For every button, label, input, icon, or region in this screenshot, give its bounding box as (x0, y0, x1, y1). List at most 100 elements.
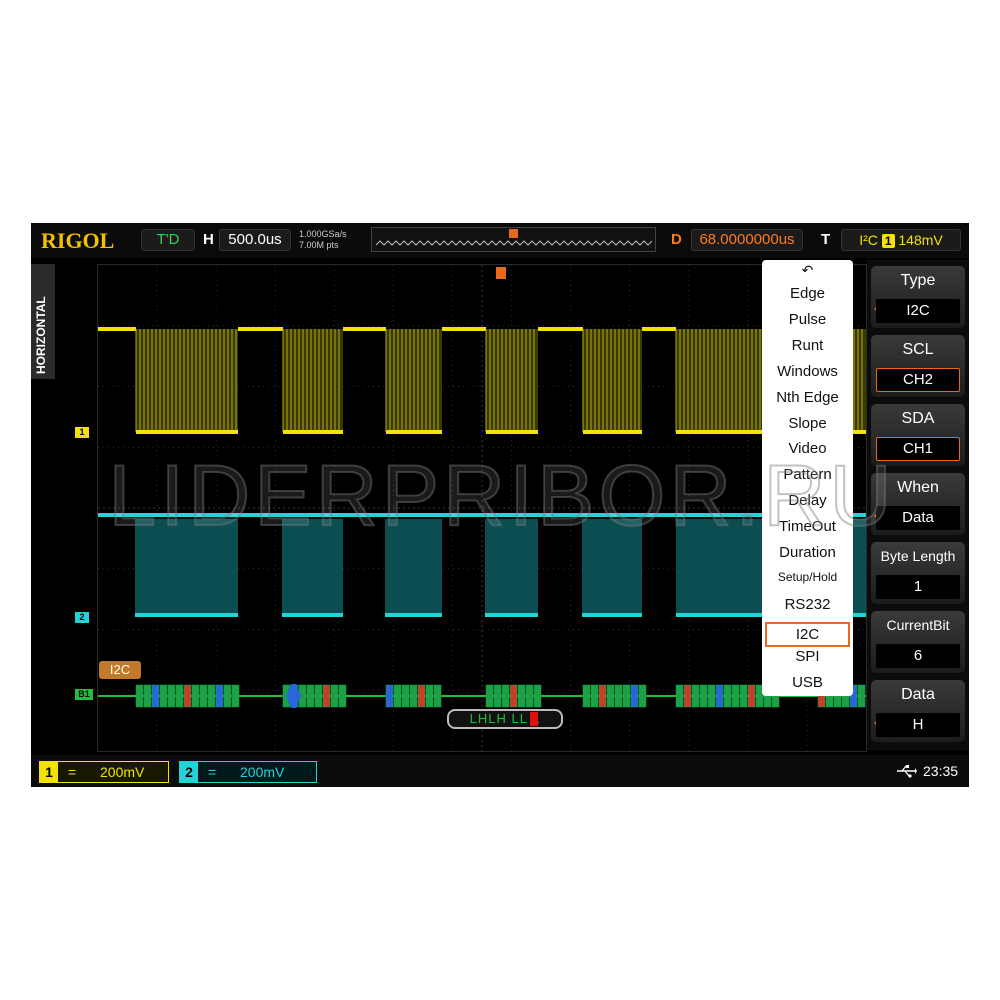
bus-frame (183, 684, 192, 708)
usb-icon (897, 765, 917, 778)
softkey-byte-length[interactable]: Byte Length ↻ 1 (871, 542, 965, 604)
bus-frame (857, 684, 866, 708)
softkey-byte-length-value: 1 (876, 575, 960, 599)
bus-frame (630, 684, 639, 708)
softkey-scl-value: CH2 (876, 368, 960, 392)
bus-frame (159, 684, 168, 708)
memory-overview (371, 227, 656, 252)
bus-search-text: LHLH LL L (469, 711, 541, 726)
trigger-menu-item[interactable]: RS232 (762, 596, 853, 613)
trigger-menu-item[interactable]: I2C (765, 621, 850, 647)
trigger-menu-item[interactable]: Pattern (762, 466, 853, 483)
bus-frame (338, 684, 347, 708)
trigger-menu-item[interactable]: Windows (762, 363, 853, 380)
memory-depth: 7.00M pts (299, 240, 339, 250)
bus-frame (715, 684, 724, 708)
bus-marker[interactable]: B1 (75, 689, 93, 700)
timebase-value[interactable]: 500.0us (219, 229, 291, 251)
bus-frame (191, 684, 200, 708)
ch1-burst (676, 329, 774, 432)
softkey-scl[interactable]: SCL CH2 (871, 335, 965, 397)
ch2-marker[interactable]: 2 (75, 612, 89, 623)
trigger-menu-item[interactable]: USB (762, 674, 853, 691)
trigger-menu-item[interactable]: SPI (762, 648, 853, 665)
bus-frame (207, 684, 216, 708)
ch1-scale: 200mV (100, 764, 145, 780)
ch1-burst (583, 329, 642, 432)
waveform-canvas (98, 265, 866, 751)
bus-frame (614, 684, 623, 708)
bus-frame (509, 684, 518, 708)
trigger-menu-item[interactable]: TimeOut (762, 518, 853, 535)
menu-back-icon[interactable]: ↶ (762, 262, 853, 279)
bus-frame (425, 684, 434, 708)
softkey-data-title: Data (901, 686, 935, 703)
bus-frame (723, 684, 732, 708)
bus-frame (314, 684, 323, 708)
softkey-data-value: H (876, 713, 960, 737)
trigger-status[interactable]: I²C 1 148mV (841, 229, 961, 251)
top-status-bar: RIGOL T'D H 500.0us 1.000GSa/s 7.00M pts… (31, 223, 969, 258)
waveform-grid (97, 264, 867, 752)
horizontal-side-tab[interactable]: HORIZONTAL (31, 264, 55, 379)
bus-frame (533, 684, 542, 708)
softkey-when[interactable]: When Data (871, 473, 965, 535)
sample-rate: 1.000GSa/s (299, 229, 347, 239)
softkey-sda[interactable]: SDA CH1 (871, 404, 965, 466)
softkey-sda-title: SDA (901, 410, 935, 427)
bus-frame (322, 684, 331, 708)
ch2-burst (135, 519, 238, 615)
ch2-number: 2 (180, 762, 198, 782)
trigger-position-icon (509, 229, 518, 238)
ch1-number: 1 (40, 762, 58, 782)
bus-frame (199, 684, 208, 708)
bus-frame (409, 684, 418, 708)
trigger-menu-item[interactable]: Duration (762, 544, 853, 561)
ch2-burst (282, 519, 343, 615)
delay-value[interactable]: 68.0000000us (691, 229, 803, 251)
ch1-burst (136, 329, 238, 432)
ch1-scale-box[interactable]: 1 = 200mV (39, 761, 169, 783)
trigger-menu-item[interactable]: Runt (762, 337, 853, 354)
ch1-marker[interactable]: 1 (75, 427, 89, 438)
softkey-data[interactable]: Data H (871, 680, 965, 742)
memory-waveform-icon (375, 229, 653, 246)
bus-frame (517, 684, 526, 708)
bus-frame (223, 684, 232, 708)
run-status[interactable]: T'D (141, 229, 195, 251)
trigger-menu-item[interactable]: Delay (762, 492, 853, 509)
ch2-scale-box[interactable]: 2 = 200mV (179, 761, 317, 783)
bus-frame (215, 684, 224, 708)
softkey-panel: Type I2C SCL CH2 SDA CH1 When Data Byte … (867, 260, 969, 750)
bus-label-badge: I2C (99, 661, 141, 679)
softkey-type[interactable]: Type I2C (871, 266, 965, 328)
trigger-menu-item[interactable]: Setup/Hold (762, 570, 853, 584)
trigger-menu-item[interactable]: Pulse (762, 311, 853, 328)
bus-frame (306, 684, 315, 708)
bus-frame (493, 684, 502, 708)
trigger-menu-item[interactable]: Slope (762, 415, 853, 432)
bus-frame (393, 684, 402, 708)
bus-frame (683, 684, 692, 708)
softkey-current-bit-title: CurrentBit (886, 617, 950, 633)
softkey-when-title: When (897, 479, 939, 496)
ch2-scale: 200mV (240, 764, 285, 780)
bus-search-cursor-icon (530, 712, 538, 726)
trigger-menu-item[interactable]: Edge (762, 285, 853, 302)
bus-frame (485, 684, 494, 708)
bus-frame (231, 684, 240, 708)
horizontal-label: H (203, 231, 214, 248)
trigger-channel-badge: 1 (881, 234, 895, 248)
ch2-burst (676, 519, 774, 615)
trigger-menu-item[interactable]: Nth Edge (762, 389, 853, 406)
softkey-current-bit[interactable]: CurrentBit ↻ 6 (871, 611, 965, 673)
bus-frame (330, 684, 339, 708)
ch2-burst (582, 519, 642, 615)
bus-search-readout: LHLH LL L (447, 709, 563, 729)
trigger-menu-item[interactable]: Video (762, 440, 853, 457)
ch1-coupling: = (68, 764, 77, 780)
bus-frame (433, 684, 442, 708)
bus-frame (143, 684, 152, 708)
bus-frame (590, 684, 599, 708)
bus-frame (525, 684, 534, 708)
